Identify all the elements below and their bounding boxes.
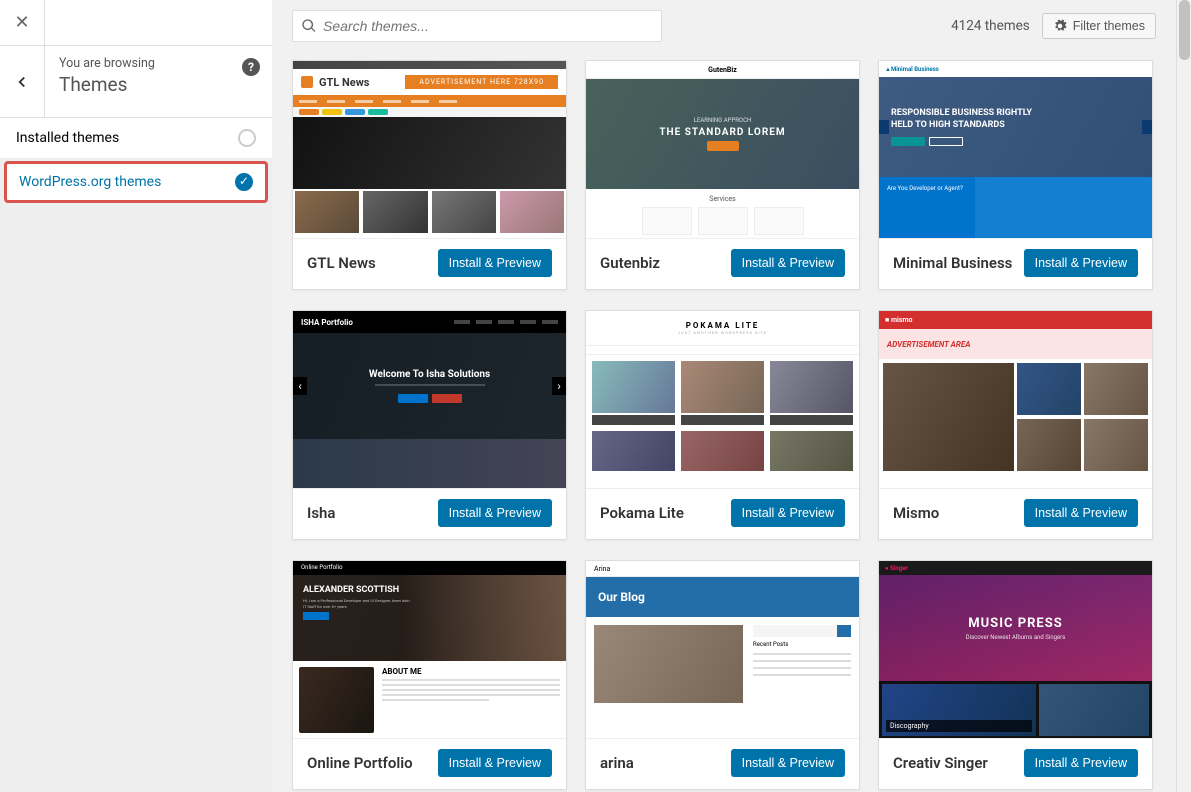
install-preview-button[interactable]: Install & Preview — [438, 249, 552, 277]
theme-thumbnail: POKAMA LITEJUST ANOTHER WORDPRESS SITE — [586, 311, 859, 489]
theme-card[interactable]: Arina Our Blog Recent Posts arina Instal… — [585, 560, 860, 790]
radio-icon — [238, 129, 256, 147]
sidebar: ✕ You are browsing Themes ? Installed th… — [0, 0, 272, 792]
scrollbar-thumb[interactable] — [1179, 0, 1190, 60]
themes-count: 4124 themes — [951, 18, 1030, 34]
theme-title: Creativ Singer — [893, 754, 988, 772]
install-preview-button[interactable]: Install & Preview — [731, 749, 845, 777]
theme-card[interactable]: ● Singer MUSIC PRESSDiscover Newest Albu… — [878, 560, 1153, 790]
install-preview-button[interactable]: Install & Preview — [438, 499, 552, 527]
filter-button-label: Filter themes — [1073, 19, 1145, 33]
theme-title: Online Portfolio — [307, 754, 413, 772]
install-preview-button[interactable]: Install & Preview — [1024, 499, 1138, 527]
scrollbar[interactable]: ▴ — [1176, 0, 1191, 792]
theme-title: Minimal Business — [893, 254, 1012, 272]
radio-checked-icon — [235, 173, 253, 191]
themes-grid: GTL NewsADVERTISEMENT HERE 728X90 GTL Ne… — [272, 52, 1176, 792]
theme-thumbnail: ■ mismo ADVERTISEMENT AREA — [879, 311, 1152, 489]
filter-wordpress-org-themes[interactable]: WordPress.org themes — [4, 161, 268, 203]
main-panel: 4124 themes Filter themes GTL NewsADVERT… — [272, 0, 1176, 792]
install-preview-button[interactable]: Install & Preview — [731, 499, 845, 527]
theme-thumbnail: ● Singer MUSIC PRESSDiscover Newest Albu… — [879, 561, 1152, 739]
theme-thumbnail: GTL NewsADVERTISEMENT HERE 728X90 — [293, 61, 566, 239]
theme-card[interactable]: ISHA Portfolio Welcome To Isha Solutions… — [292, 310, 567, 540]
theme-title: arina — [600, 754, 634, 772]
theme-card[interactable]: GutenBiz LEARNING APPROCHTHE STANDARD LO… — [585, 60, 860, 290]
chevron-left-icon — [13, 73, 31, 91]
theme-thumbnail: GutenBiz LEARNING APPROCHTHE STANDARD LO… — [586, 61, 859, 239]
close-button[interactable]: ✕ — [0, 0, 45, 45]
theme-card[interactable]: GTL NewsADVERTISEMENT HERE 728X90 GTL Ne… — [292, 60, 567, 290]
theme-thumbnail: Online Portfolio ALEXANDER SCOTTISHHi, I… — [293, 561, 566, 739]
install-preview-button[interactable]: Install & Preview — [438, 749, 552, 777]
toolbar: 4124 themes Filter themes — [272, 0, 1176, 52]
theme-thumbnail: ISHA Portfolio Welcome To Isha Solutions — [293, 311, 566, 489]
theme-card[interactable]: Online Portfolio ALEXANDER SCOTTISHHi, I… — [292, 560, 567, 790]
back-button[interactable] — [0, 46, 45, 117]
theme-title: Pokama Lite — [600, 504, 684, 522]
theme-title: Mismo — [893, 504, 939, 522]
filter-installed-themes[interactable]: Installed themes — [0, 118, 272, 159]
theme-title: Isha — [307, 504, 335, 522]
theme-title: Gutenbiz — [600, 254, 660, 272]
gear-icon — [1053, 19, 1067, 33]
section-title: Themes — [59, 73, 258, 96]
theme-title: GTL News — [307, 254, 376, 272]
install-preview-button[interactable]: Install & Preview — [1024, 749, 1138, 777]
help-icon[interactable]: ? — [242, 58, 260, 76]
install-preview-button[interactable]: Install & Preview — [1024, 249, 1138, 277]
install-preview-button[interactable]: Install & Preview — [731, 249, 845, 277]
theme-card[interactable]: POKAMA LITEJUST ANOTHER WORDPRESS SITE P… — [585, 310, 860, 540]
filter-themes-button[interactable]: Filter themes — [1042, 13, 1156, 39]
filter-label: WordPress.org themes — [19, 174, 161, 190]
search-icon — [301, 18, 317, 34]
theme-card[interactable]: ■ mismo ADVERTISEMENT AREA Mismo Install… — [878, 310, 1153, 540]
browsing-label: You are browsing — [59, 56, 258, 71]
search-input[interactable] — [323, 18, 653, 34]
search-wrap — [292, 10, 662, 42]
theme-thumbnail: ▲ Minimal Business RESPONSIBLE BUSINESS … — [879, 61, 1152, 239]
filter-label: Installed themes — [16, 130, 119, 146]
theme-thumbnail: Arina Our Blog Recent Posts — [586, 561, 859, 739]
theme-card[interactable]: ▲ Minimal Business RESPONSIBLE BUSINESS … — [878, 60, 1153, 290]
